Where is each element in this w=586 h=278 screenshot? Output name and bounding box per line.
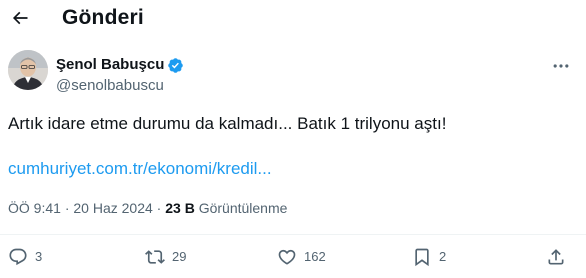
- share-button[interactable]: [546, 246, 566, 268]
- share-icon: [548, 249, 564, 265]
- tweet-time[interactable]: ÖÖ 9:41: [8, 200, 61, 216]
- author-display-name[interactable]: Şenol Babuşcu: [56, 55, 164, 75]
- tweet-meta: ÖÖ 9:41 · 20 Haz 2024 · 23 B Görüntülenm…: [8, 199, 287, 217]
- tweet-link[interactable]: cumhuriyet.com.tr/ekonomi/kredil...: [8, 157, 272, 181]
- repost-button[interactable]: 29: [145, 246, 186, 268]
- avatar[interactable]: [8, 50, 48, 90]
- arrow-left-icon: [12, 11, 28, 25]
- meta-separator: ·: [64, 200, 70, 216]
- reply-icon: [9, 248, 27, 266]
- tweet-text: Artık idare etme durumu da kalmadı... Ba…: [8, 114, 447, 133]
- page-title: Gönderi: [62, 6, 144, 29]
- more-horizontal-icon: [553, 64, 569, 68]
- repost-count: 29: [172, 249, 187, 264]
- views-label: Görüntülenme: [198, 200, 288, 216]
- reply-button[interactable]: 3: [8, 246, 42, 268]
- bookmark-count: 2: [439, 249, 447, 264]
- views-count: 23 B: [165, 200, 195, 216]
- bookmark-icon: [415, 248, 429, 267]
- repost-icon: [145, 250, 165, 264]
- like-count: 162: [304, 249, 326, 264]
- top-bar: Gönderi: [0, 0, 586, 36]
- reply-count: 3: [35, 249, 43, 264]
- verified-badge-icon[interactable]: [167, 57, 184, 74]
- author-handle[interactable]: @senolbabuscu: [56, 76, 164, 96]
- tweet-date[interactable]: 20 Haz 2024: [73, 200, 152, 216]
- divider: [0, 234, 586, 235]
- action-bar: 3 29 162 2: [0, 246, 586, 268]
- like-button[interactable]: 162: [277, 246, 326, 268]
- meta-separator: ·: [156, 200, 162, 216]
- back-button[interactable]: [6, 4, 34, 32]
- avatar-image: [8, 50, 48, 90]
- bookmark-button[interactable]: 2: [412, 246, 446, 268]
- author-name-row[interactable]: Şenol Babuşcu: [56, 55, 184, 75]
- more-options-button[interactable]: [548, 56, 574, 76]
- heart-icon: [278, 249, 296, 265]
